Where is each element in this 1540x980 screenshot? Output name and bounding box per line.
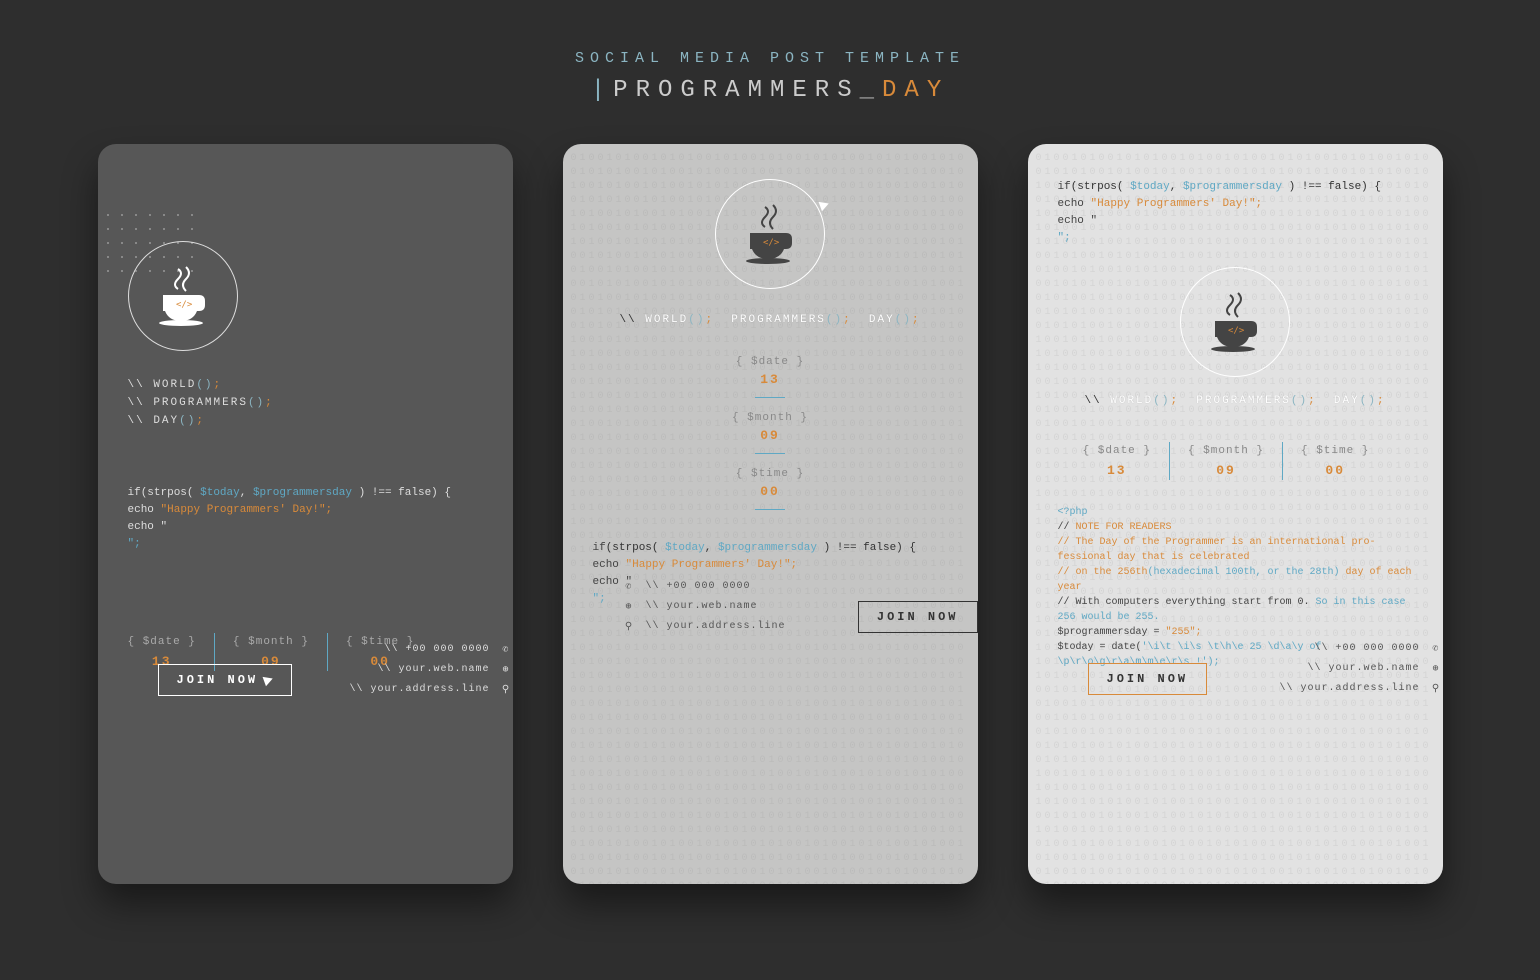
cards-row: </> \\ WORLD(); \\ PROGRAMMERS(); \\ DAY… [0,144,1540,884]
globe-icon: ⊕ [623,600,636,613]
contact-list: ✆\\ +00 000 0000 ⊕\\ your.web.name ⚲\\ y… [349,643,512,696]
date-row: { $date }13 { $month }09 { $time }00 [1058,442,1413,480]
globe-icon: ⊕ [500,663,513,676]
phone-icon: ✆ [1430,642,1443,655]
phone-icon: ✆ [500,643,513,656]
globe-icon: ⊕ [1430,662,1443,675]
card-footer: ✆\\ +00 000 0000 ⊕\\ your.web.name ⚲\\ y… [623,580,978,633]
card-footer: JOIN NOW ✆\\ +00 000 0000 ⊕\\ your.web.n… [158,643,513,696]
header-title: |PROGRAMMERS_DAY [0,77,1540,104]
contact-list: ✆\\ +00 000 0000 ⊕\\ your.web.name ⚲\\ y… [623,580,786,633]
template-card-light: 0100101001010100101001010010101001010100… [1028,144,1443,884]
coffee-logo: </> [715,179,825,289]
template-card-grey: 0100101001010100101001010010101001010100… [563,144,978,884]
phone-icon: ✆ [623,580,636,593]
svg-text:</>: </> [763,238,780,248]
join-button[interactable]: JOIN NOW [1088,663,1208,695]
svg-text:</>: </> [176,300,193,310]
card-footer: JOIN NOW ✆\\ +00 000 0000 ⊕\\ your.web.n… [1088,642,1443,695]
pipe-icon: | [591,77,613,104]
svg-text:</>: </> [1228,326,1245,336]
join-button[interactable]: JOIN NOW [158,664,293,696]
pin-icon: ⚲ [623,620,636,633]
php-code-block: if(strpos( $today, $programmersday ) !==… [128,485,483,553]
header-subtitle: SOCIAL MEDIA POST TEMPLATE [0,50,1540,67]
pin-icon: ⚲ [1430,682,1443,695]
page-header: SOCIAL MEDIA POST TEMPLATE |PROGRAMMERS_… [0,0,1540,144]
contact-list: ✆\\ +00 000 0000 ⊕\\ your.web.name ⚲\\ y… [1279,642,1442,695]
coffee-logo: </> [128,241,238,351]
world-code-inline: \\ WORLD(); PROGRAMMERS(); DAY(); [593,314,948,326]
cursor-icon [263,674,275,686]
template-card-dark: </> \\ WORLD(); \\ PROGRAMMERS(); \\ DAY… [98,144,513,884]
join-button[interactable]: JOIN NOW [858,601,978,633]
pin-icon: ⚲ [500,683,513,696]
world-code-lines: \\ WORLD(); \\ PROGRAMMERS(); \\ DAY(); [128,376,483,430]
date-stack: { $date }13 { $month }09 { $time }00 [593,356,948,510]
php-code-block: if(strpos( $today, $programmersday ) !==… [1058,179,1413,247]
coffee-logo: </> [1180,267,1290,377]
world-code-inline: \\ WORLD(); PROGRAMMERS(); DAY(); [1058,395,1413,407]
